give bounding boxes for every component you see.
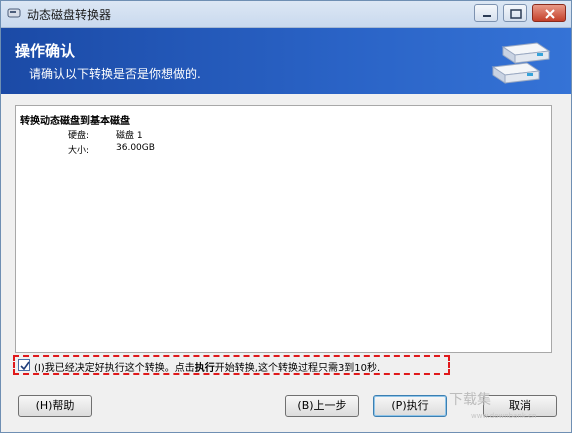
checkmark-icon bbox=[20, 361, 30, 371]
confirm-label: (I)我已经决定好执行这个转换。点击执行开始转换,这个转换过程只需3到10秒. bbox=[34, 359, 380, 374]
window-title: 动态磁盘转换器 bbox=[27, 8, 112, 22]
maximize-button[interactable] bbox=[503, 4, 527, 22]
watermark-url: www.downbank.cn bbox=[471, 412, 537, 420]
confirm-text-suffix: 开始转换,这个转换过程只需3到10秒. bbox=[214, 363, 381, 374]
confirm-option[interactable]: (I)我已经决定好执行这个转换。点击执行开始转换,这个转换过程只需3到10秒. bbox=[13, 355, 450, 375]
minimize-button[interactable] bbox=[474, 4, 498, 22]
disk-conversion-icon bbox=[491, 42, 551, 84]
close-button[interactable] bbox=[532, 4, 566, 22]
minimize-icon bbox=[483, 15, 491, 17]
close-icon bbox=[545, 9, 555, 19]
disk-icon bbox=[7, 8, 21, 18]
execute-button[interactable]: (P)执行 bbox=[373, 395, 447, 417]
confirm-checkbox[interactable] bbox=[18, 359, 30, 371]
confirm-text-bold: 执行 bbox=[194, 363, 215, 374]
operation-title: 转换动态磁盘到基本磁盘 bbox=[20, 116, 130, 127]
operation-details-panel: 转换动态磁盘到基本磁盘 硬盘: 磁盘 1 大小: 36.00GB bbox=[15, 105, 552, 353]
disk-value: 磁盘 1 bbox=[116, 131, 143, 141]
watermark-logo: 下载集 bbox=[449, 392, 491, 408]
app-window: 动态磁盘转换器 操作确认 请确认以下转换是否是你想做的. 转换动态磁盘到基本磁盘… bbox=[0, 0, 572, 433]
wizard-header: 操作确认 请确认以下转换是否是你想做的. bbox=[1, 28, 571, 94]
page-title: 操作确认 bbox=[15, 42, 76, 60]
back-button[interactable]: (B)上一步 bbox=[285, 395, 359, 417]
confirm-text-prefix: (I)我已经决定好执行这个转换。点击 bbox=[34, 363, 195, 374]
disk-label: 硬盘: bbox=[68, 131, 90, 141]
title-bar[interactable]: 动态磁盘转换器 bbox=[1, 1, 571, 28]
size-label: 大小: bbox=[68, 146, 90, 156]
page-subtitle: 请确认以下转换是否是你想做的. bbox=[29, 67, 201, 81]
help-button[interactable]: (H)帮助 bbox=[18, 395, 92, 417]
maximize-icon bbox=[510, 9, 522, 19]
size-value: 36.00GB bbox=[116, 143, 155, 153]
